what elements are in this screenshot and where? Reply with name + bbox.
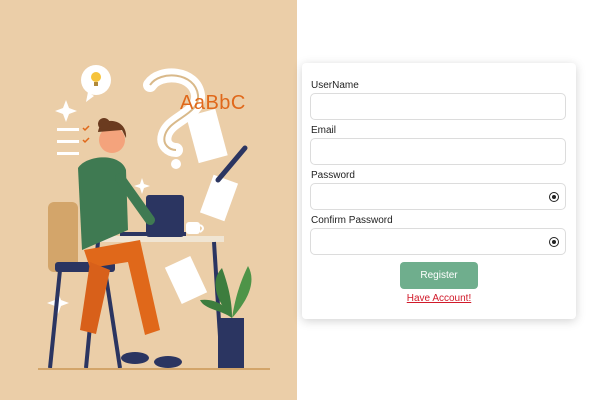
illustration-panel: AaBbC xyxy=(0,0,297,400)
username-label: UserName xyxy=(311,80,359,91)
email-field-box xyxy=(310,138,566,165)
password-label: Password xyxy=(311,170,355,181)
eye-icon[interactable] xyxy=(549,237,559,247)
doodle-letters: AaBbC xyxy=(180,92,246,114)
password-field-box xyxy=(310,183,566,210)
password-input[interactable] xyxy=(311,184,565,209)
email-label: Email xyxy=(311,125,337,136)
email-input[interactable] xyxy=(311,139,565,164)
confirm-password-input[interactable] xyxy=(311,229,565,254)
username-input[interactable] xyxy=(311,94,565,119)
eye-icon[interactable] xyxy=(549,192,559,202)
username-field-box xyxy=(310,93,566,120)
working-person-illustration xyxy=(38,65,270,370)
register-button[interactable]: Register xyxy=(400,262,478,289)
confirm-password-field-box xyxy=(310,228,566,255)
register-form: UserName Email Password Confirm Password… xyxy=(302,63,576,319)
have-account-link[interactable]: Have Account! xyxy=(302,293,576,304)
confirm-password-label: Confirm Password xyxy=(311,215,393,226)
